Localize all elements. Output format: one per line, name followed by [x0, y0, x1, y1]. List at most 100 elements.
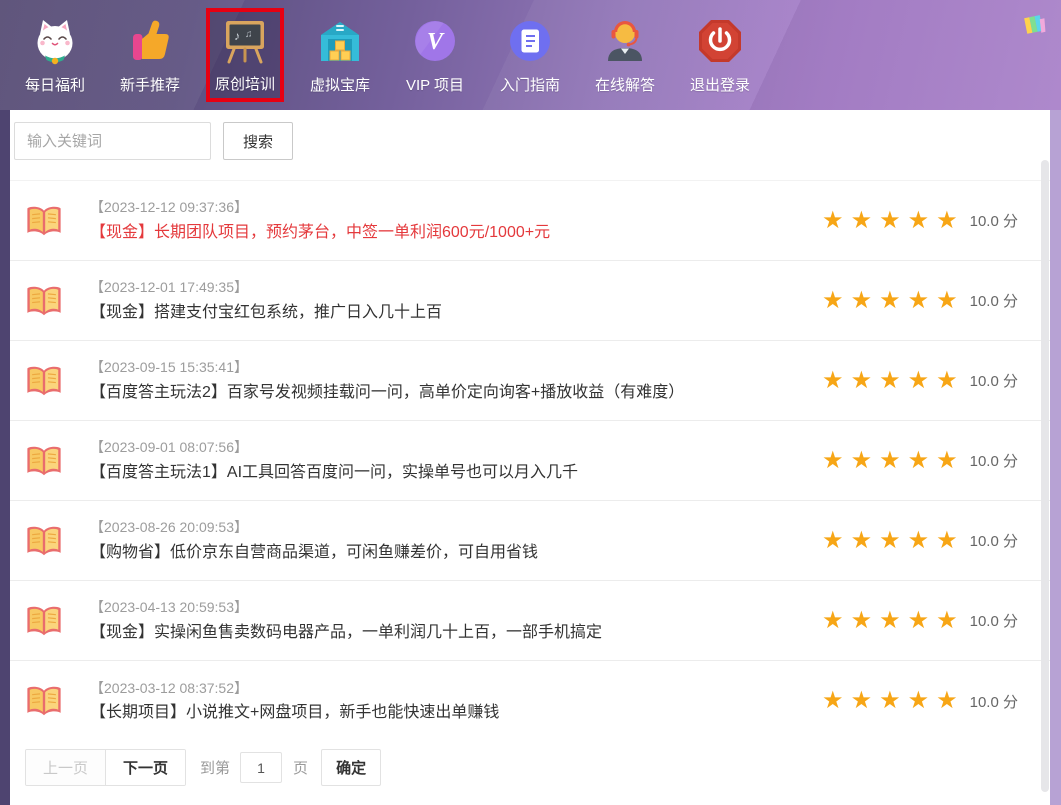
support-agent-icon — [601, 17, 649, 65]
item-timestamp: 【2023-09-01 08:07:56】 — [90, 439, 815, 456]
svg-text:V: V — [427, 29, 445, 55]
book-icon — [25, 604, 63, 638]
page-number-input[interactable] — [240, 752, 282, 783]
star-icon: ★ — [851, 689, 873, 713]
thumbs-up-icon — [126, 17, 174, 65]
search-input[interactable] — [14, 122, 211, 160]
star-icon: ★ — [879, 529, 901, 553]
item-text: 【2023-03-12 08:37:52】【长期项目】小说推文+网盘项目，新手也… — [90, 680, 815, 723]
course-list: 【2023-12-12 09:37:36】【现金】长期团队项目，预约茅台，中签一… — [10, 180, 1050, 741]
item-title-link[interactable]: 【购物省】低价京东自营商品渠道，可闲鱼赚差价，可自用省钱 — [90, 543, 815, 562]
warehouse-icon — [316, 17, 364, 65]
guide-doc-icon — [506, 17, 554, 65]
star-icon: ★ — [908, 209, 930, 233]
star-icon: ★ — [908, 609, 930, 633]
item-title-link[interactable]: 【百度答主玩法1】AI工具回答百度问一问，实操单号也可以月入几千 — [90, 463, 815, 482]
nav-item-daily-welfare[interactable]: 每日福利 — [16, 9, 94, 101]
list-item[interactable]: 【2023-08-26 20:09:53】【购物省】低价京东自营商品渠道，可闲鱼… — [10, 501, 1050, 581]
star-icon: ★ — [936, 449, 958, 473]
rating: ★★★★★10.0 分 — [815, 209, 1018, 233]
list-item[interactable]: 【2023-12-01 17:49:35】【现金】搭建支付宝红包系统，推广日入几… — [10, 261, 1050, 341]
list-item[interactable]: 【2023-09-01 08:07:56】【百度答主玩法1】AI工具回答百度问一… — [10, 421, 1050, 501]
score-label: 10.0 分 — [970, 530, 1018, 551]
book-icon — [25, 364, 63, 398]
rating: ★★★★★10.0 分 — [815, 449, 1018, 473]
item-timestamp: 【2023-03-12 08:37:52】 — [90, 680, 815, 697]
star-icon: ★ — [879, 449, 901, 473]
nav-item-label: 原创培训 — [215, 73, 275, 94]
item-text: 【2023-04-13 20:59:53】【现金】实操闲鱼售卖数码电器产品，一单… — [90, 599, 815, 642]
page-right-margin — [1050, 0, 1061, 805]
item-timestamp: 【2023-12-12 09:37:36】 — [90, 199, 815, 216]
star-icon: ★ — [879, 369, 901, 393]
goto-page-label: 到第 — [200, 757, 230, 778]
star-icon: ★ — [936, 689, 958, 713]
star-icon: ★ — [851, 609, 873, 633]
item-text: 【2023-08-26 20:09:53】【购物省】低价京东自营商品渠道，可闲鱼… — [90, 519, 815, 562]
star-icon: ★ — [936, 289, 958, 313]
star-icon: ★ — [879, 689, 901, 713]
brand-logo-icon — [1020, 12, 1047, 39]
star-icon: ★ — [936, 369, 958, 393]
star-icon: ★ — [936, 609, 958, 633]
nav-item-beginner-guide[interactable]: 入门指南 — [491, 9, 569, 101]
pagination: 上一页 下一页 到第 页 确定 — [25, 749, 1050, 786]
list-item[interactable]: 【2023-09-15 15:35:41】【百度答主玩法2】百家号发视频挂载问一… — [10, 341, 1050, 421]
star-icon: ★ — [822, 289, 844, 313]
nav-item-logout[interactable]: 退出登录 — [681, 9, 759, 101]
vip-icon: V — [411, 17, 459, 65]
nav-item-original-training[interactable]: ♪ ♫ 原创培训 — [206, 8, 284, 102]
next-page-button[interactable]: 下一页 — [106, 750, 185, 785]
main-nav: 每日福利 新手推荐 ♪ ♫ 原创培训 虚拟宝库 V VIP 项目 入门指南 在线… — [0, 0, 1061, 110]
star-icon: ★ — [879, 609, 901, 633]
item-title-link[interactable]: 【百度答主玩法2】百家号发视频挂载问一问，高单价定向询客+播放收益（有难度） — [90, 383, 815, 402]
item-timestamp: 【2023-12-01 17:49:35】 — [90, 279, 815, 296]
svg-text:♪: ♪ — [234, 29, 240, 43]
list-item[interactable]: 【2023-04-13 20:59:53】【现金】实操闲鱼售卖数码电器产品，一单… — [10, 581, 1050, 661]
nav-item-online-support[interactable]: 在线解答 — [586, 9, 664, 101]
nav-item-label: 每日福利 — [25, 74, 85, 95]
main-content: 搜索 【2023-12-12 09:37:36】【现金】长期团队项目，预约茅台，… — [10, 110, 1050, 805]
star-icon: ★ — [908, 449, 930, 473]
book-icon — [25, 524, 63, 558]
scrollbar-thumb[interactable] — [1041, 160, 1049, 792]
list-item[interactable]: 【2023-03-12 08:37:52】【长期项目】小说推文+网盘项目，新手也… — [10, 661, 1050, 741]
star-icon: ★ — [822, 529, 844, 553]
star-icon: ★ — [936, 529, 958, 553]
nav-item-virtual-treasury[interactable]: 虚拟宝库 — [301, 9, 379, 101]
book-icon — [25, 284, 63, 318]
book-icon — [25, 204, 63, 238]
item-title-link[interactable]: 【现金】实操闲鱼售卖数码电器产品，一单利润几十上百，一部手机搞定 — [90, 623, 815, 642]
nav-item-vip-project[interactable]: V VIP 项目 — [396, 9, 474, 101]
score-label: 10.0 分 — [970, 610, 1018, 631]
search-bar: 搜索 — [10, 110, 1050, 160]
score-label: 10.0 分 — [970, 691, 1018, 712]
book-icon — [25, 684, 63, 718]
page-unit-label: 页 — [293, 757, 308, 778]
list-item[interactable]: 【2023-12-12 09:37:36】【现金】长期团队项目，预约茅台，中签一… — [10, 181, 1050, 261]
item-timestamp: 【2023-04-13 20:59:53】 — [90, 599, 815, 616]
page-left-margin — [0, 0, 10, 805]
star-icon: ★ — [822, 689, 844, 713]
item-title-link[interactable]: 【现金】长期团队项目，预约茅台，中签一单利润600元/1000+元 — [90, 223, 815, 242]
blackboard-icon: ♪ ♫ — [221, 16, 269, 64]
confirm-page-button[interactable]: 确定 — [321, 749, 381, 786]
power-icon — [696, 17, 744, 65]
nav-item-label: 虚拟宝库 — [310, 74, 370, 95]
star-icon: ★ — [851, 289, 873, 313]
search-button[interactable]: 搜索 — [223, 122, 293, 160]
top-navigation-bar: 每日福利 新手推荐 ♪ ♫ 原创培训 虚拟宝库 V VIP 项目 入门指南 在线… — [0, 0, 1061, 110]
rating: ★★★★★10.0 分 — [815, 609, 1018, 633]
nav-item-label: 退出登录 — [690, 74, 750, 95]
item-title-link[interactable]: 【现金】搭建支付宝红包系统，推广日入几十上百 — [90, 303, 815, 322]
star-icon: ★ — [908, 529, 930, 553]
nav-item-label: 在线解答 — [595, 74, 655, 95]
svg-text:♫: ♫ — [245, 29, 253, 40]
prev-page-button[interactable]: 上一页 — [26, 750, 106, 785]
nav-item-newbie-recommend[interactable]: 新手推荐 — [111, 9, 189, 101]
score-label: 10.0 分 — [970, 370, 1018, 391]
rating: ★★★★★10.0 分 — [815, 529, 1018, 553]
rating: ★★★★★10.0 分 — [815, 369, 1018, 393]
lucky-cat-icon — [31, 17, 79, 65]
item-title-link[interactable]: 【长期项目】小说推文+网盘项目，新手也能快速出单赚钱 — [90, 703, 815, 722]
